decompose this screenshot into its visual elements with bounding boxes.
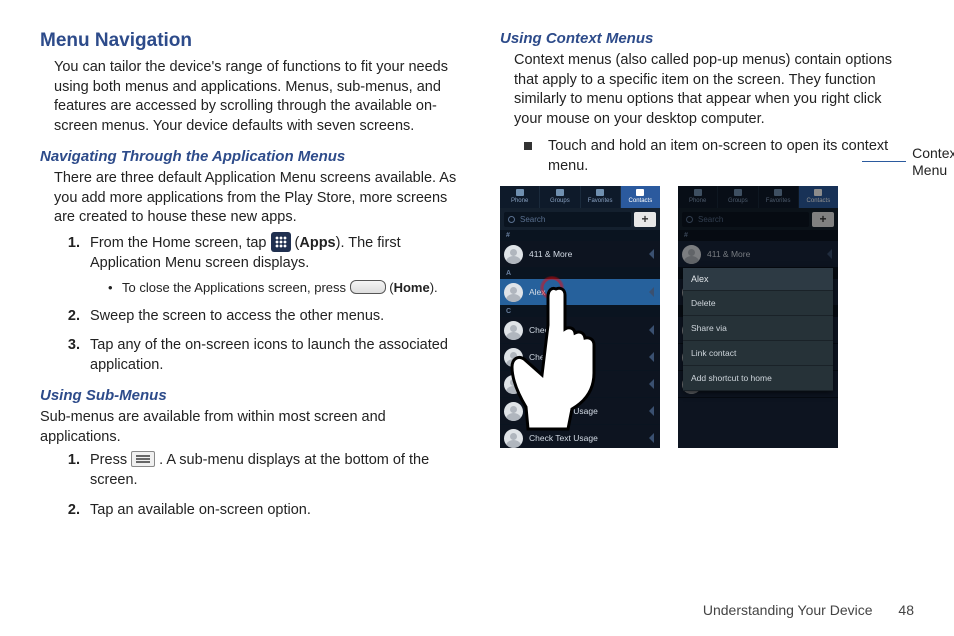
menu-key-icon [131,451,155,467]
nav-step-1-sub: To close the Applications screen, press … [108,279,470,297]
submenu-step-1: Press . A sub-menu displays at the botto… [84,451,470,490]
divider-hash: # [500,230,660,241]
avatar [504,245,523,264]
heading-context-menus: Using Context Menus [500,30,910,47]
context-bullet: Touch and hold an item on-screen to open… [524,137,910,176]
tab-contacts: Contacts [621,186,660,208]
context-menu-item-delete: Delete [683,291,833,316]
context-menu-figure: Phone Groups Favorites Contacts Search +… [500,186,910,448]
intro-paragraph: You can tailor the device's range of fun… [40,58,470,136]
contact-411: 411 & More [500,241,660,268]
submenu-paragraph: Sub-menus are available from within most… [40,408,470,447]
nav-paragraph: There are three default Application Menu… [40,169,470,228]
nav-step-1: From the Home screen, tap (Apps). The fi… [84,232,470,297]
heading-menu-navigation: Menu Navigation [40,30,470,52]
add-contact-button: + [634,212,656,227]
nav-steps-list: From the Home screen, tap (Apps). The fi… [40,232,470,375]
apps-icon [271,232,291,252]
phone-screenshot-before: Phone Groups Favorites Contacts Search +… [500,186,660,448]
tab-phone: Phone [500,186,540,208]
submenu-steps-list: Press . A sub-menu displays at the botto… [40,451,470,520]
search-field: Search [504,212,631,227]
context-menu-callout: Context Menu [920,145,954,179]
footer-section: Understanding Your Device [703,602,873,618]
submenu-step-2: Tap an available on-screen option. [84,501,470,521]
heading-using-submenus: Using Sub-Menus [40,387,470,404]
footer-page-number: 48 [898,602,914,618]
context-menu-item-link: Link contact [683,341,833,366]
context-paragraph: Context menus (also called pop-up menus)… [500,51,910,129]
phone-screenshot-after: Phone Groups Favorites Contacts Search +… [678,186,838,448]
tab-favorites: Favorites [581,186,621,208]
nav-step-2: Sweep the screen to access the other men… [84,307,470,327]
context-menu-title: Alex [683,268,833,291]
context-menu-item-share: Share via [683,316,833,341]
page-footer: Understanding Your Device 48 [703,602,914,618]
home-button-icon [350,280,386,294]
heading-navigating-app-menus: Navigating Through the Application Menus [40,148,470,165]
divider-a: A [500,268,660,279]
nav-step-3: Tap any of the on-screen icons to launch… [84,336,470,375]
callout-label: Context Menu [912,145,954,179]
context-menu-item-shortcut: Add shortcut to home [683,366,833,391]
pointing-hand-icon [510,281,605,431]
tab-groups: Groups [540,186,580,208]
context-menu-popup: Alex Delete Share via Link contact Add s… [683,268,833,391]
